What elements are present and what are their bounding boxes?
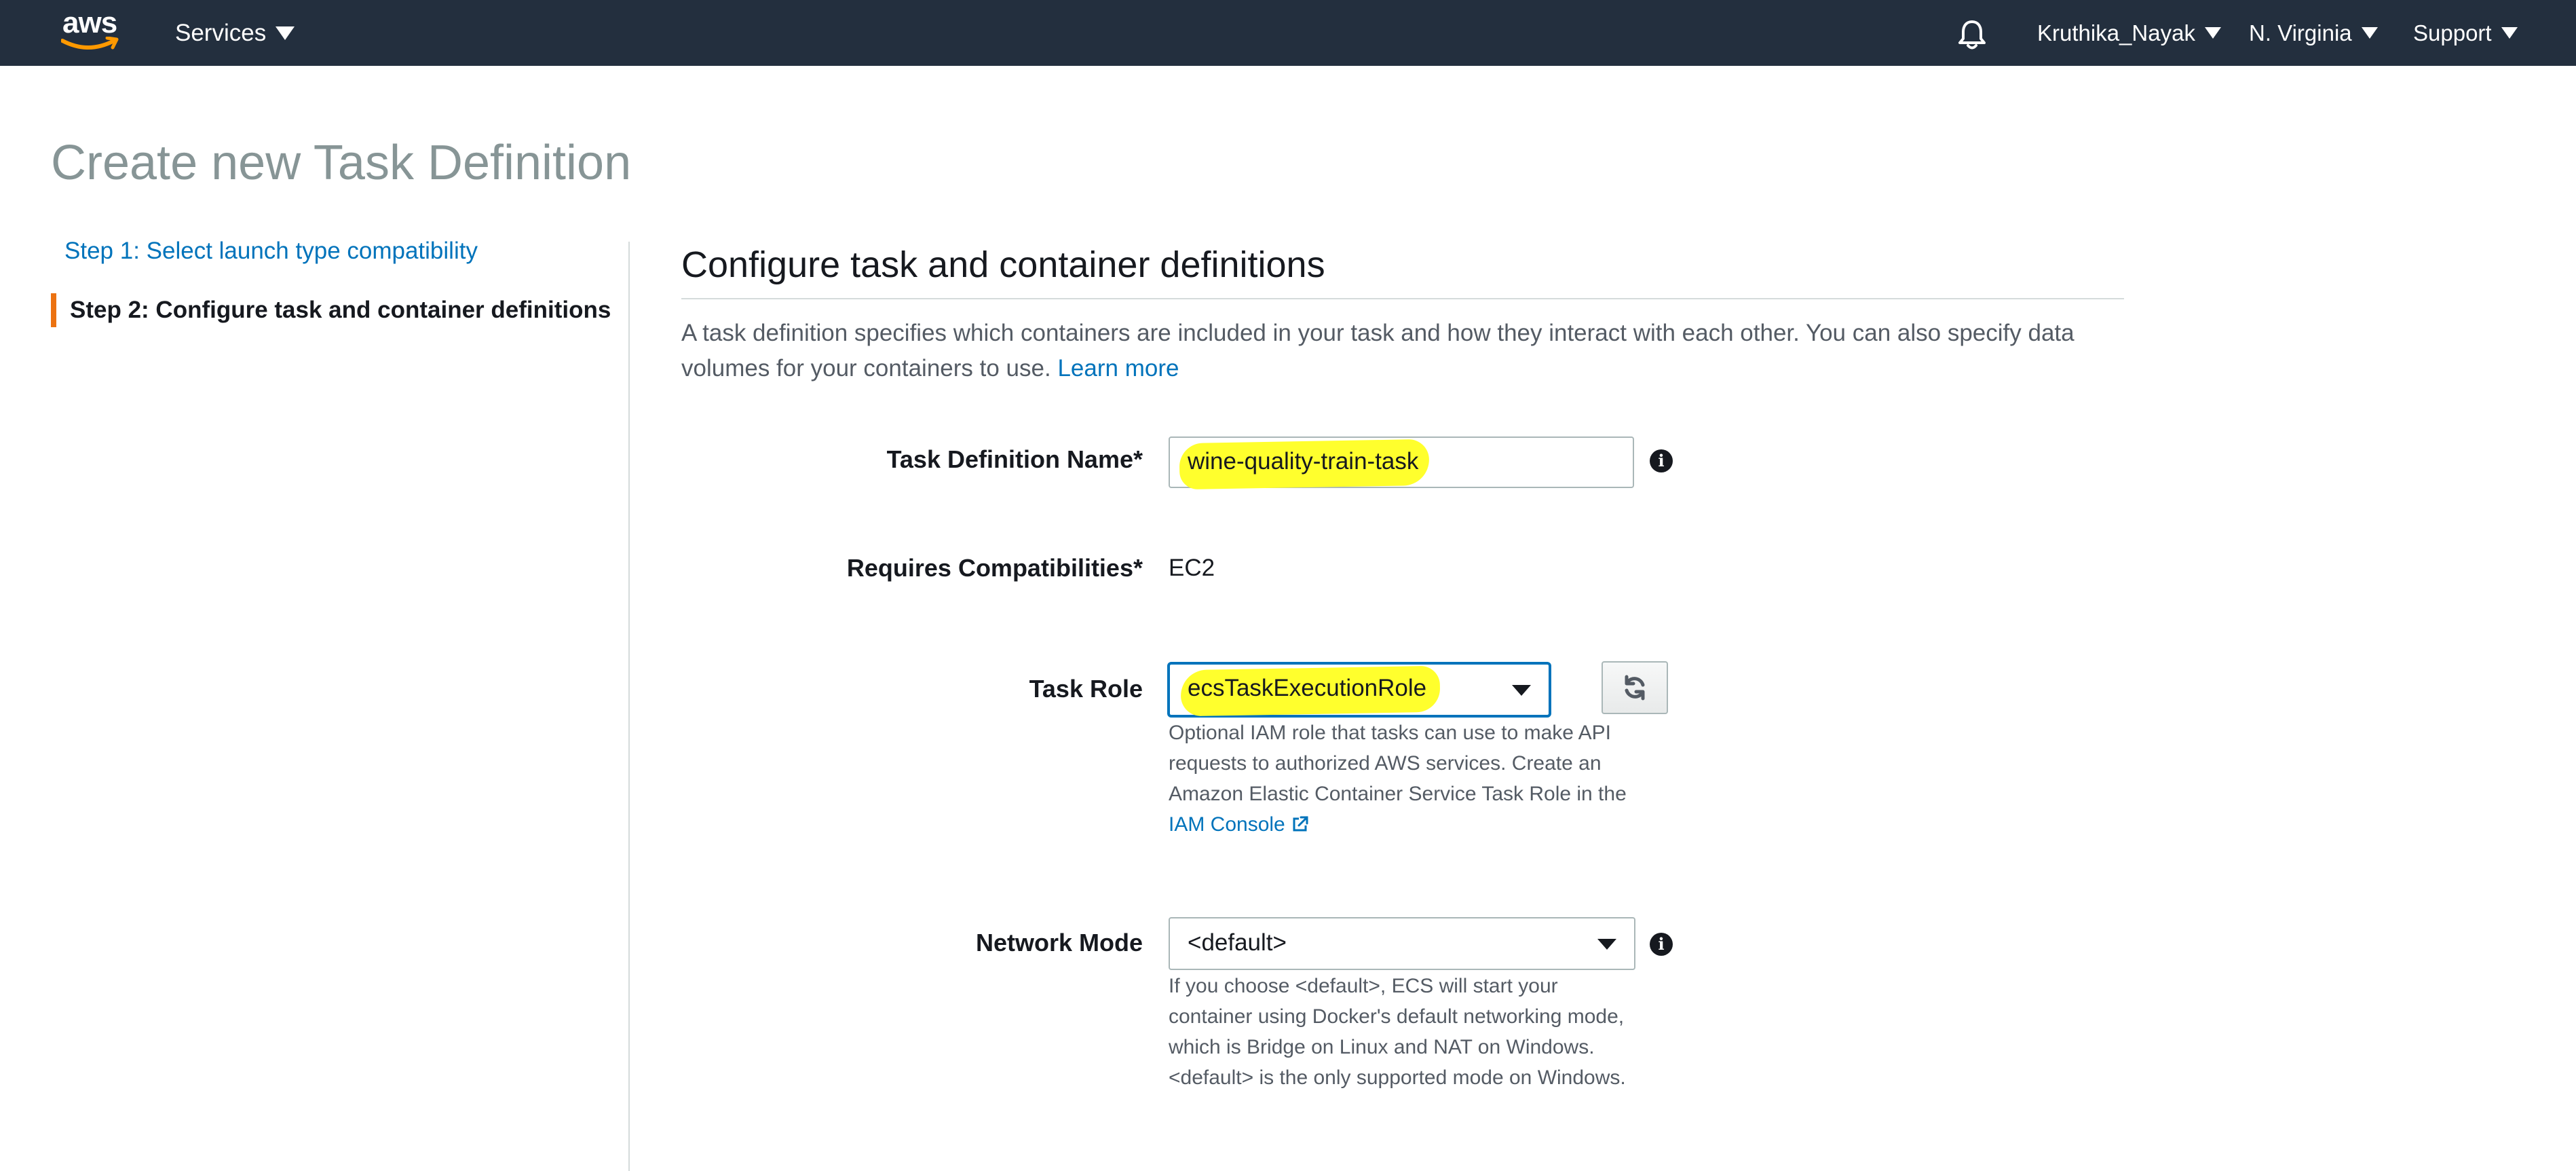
section-description: A task definition specifies which contai…: [681, 316, 2134, 386]
description-text: A task definition specifies which contai…: [681, 320, 2075, 382]
chevron-down-icon: [2501, 27, 2518, 39]
iam-console-link[interactable]: IAM Console: [1169, 813, 1310, 836]
bell-icon[interactable]: [1954, 16, 1990, 52]
refresh-icon: [1625, 675, 1645, 701]
requires-compatibilities-label: Requires Compatibilities*: [846, 554, 1143, 582]
section-divider: [681, 298, 2124, 299]
services-label: Services: [175, 19, 267, 46]
step-1-link[interactable]: Step 1: Select launch type compatibility: [64, 238, 478, 265]
support-label: Support: [2413, 20, 2492, 45]
task-role-help-text: Optional IAM role that tasks can use to …: [1169, 722, 1627, 805]
task-role-help: Optional IAM role that tasks can use to …: [1169, 718, 1644, 840]
task-role-label: Task Role: [1029, 675, 1143, 703]
info-icon[interactable]: i: [1650, 933, 1673, 956]
support-menu[interactable]: Support: [2413, 0, 2518, 66]
refresh-button[interactable]: [1602, 661, 1668, 714]
region-label: N. Virginia: [2249, 20, 2352, 45]
account-menu[interactable]: Kruthika_Nayak: [2037, 0, 2221, 66]
chevron-down-icon: [1597, 939, 1616, 950]
chevron-down-icon: [276, 26, 295, 40]
chevron-down-icon: [1512, 685, 1531, 696]
page-title: Create new Task Definition: [51, 136, 632, 190]
chevron-down-icon: [2204, 27, 2221, 39]
task-definition-name-value[interactable]: wine-quality-train-task: [1188, 448, 1418, 475]
iam-console-label: IAM Console: [1169, 813, 1285, 836]
aws-logo-text: aws: [62, 6, 117, 39]
services-menu[interactable]: Services: [175, 0, 295, 66]
vertical-divider: [628, 242, 630, 1171]
external-link-icon: [1293, 816, 1308, 832]
info-icon[interactable]: i: [1650, 449, 1673, 472]
aws-smile-icon: [61, 37, 119, 50]
section-title: Configure task and container definitions: [681, 244, 1325, 285]
network-mode-help: If you choose <default>, ECS will start …: [1169, 975, 1626, 1089]
network-mode-value[interactable]: <default>: [1188, 929, 1287, 956]
learn-more-link[interactable]: Learn more: [1057, 355, 1179, 382]
chevron-down-icon: [2361, 27, 2378, 39]
account-username: Kruthika_Nayak: [2037, 20, 2195, 45]
aws-logo[interactable]: aws: [58, 7, 124, 56]
network-mode-label: Network Mode: [975, 929, 1143, 956]
region-menu[interactable]: N. Virginia: [2249, 0, 2378, 66]
requires-compatibilities-value: EC2: [1169, 555, 1215, 581]
task-definition-name-label: Task Definition Name*: [886, 445, 1143, 473]
task-role-value[interactable]: ecsTaskExecutionRole: [1188, 675, 1426, 702]
step-2-active: Step 2: Configure task and container def…: [51, 293, 611, 327]
top-navigation-bar: aws Services Kruthika_Nayak N. Virginia …: [0, 0, 2576, 66]
